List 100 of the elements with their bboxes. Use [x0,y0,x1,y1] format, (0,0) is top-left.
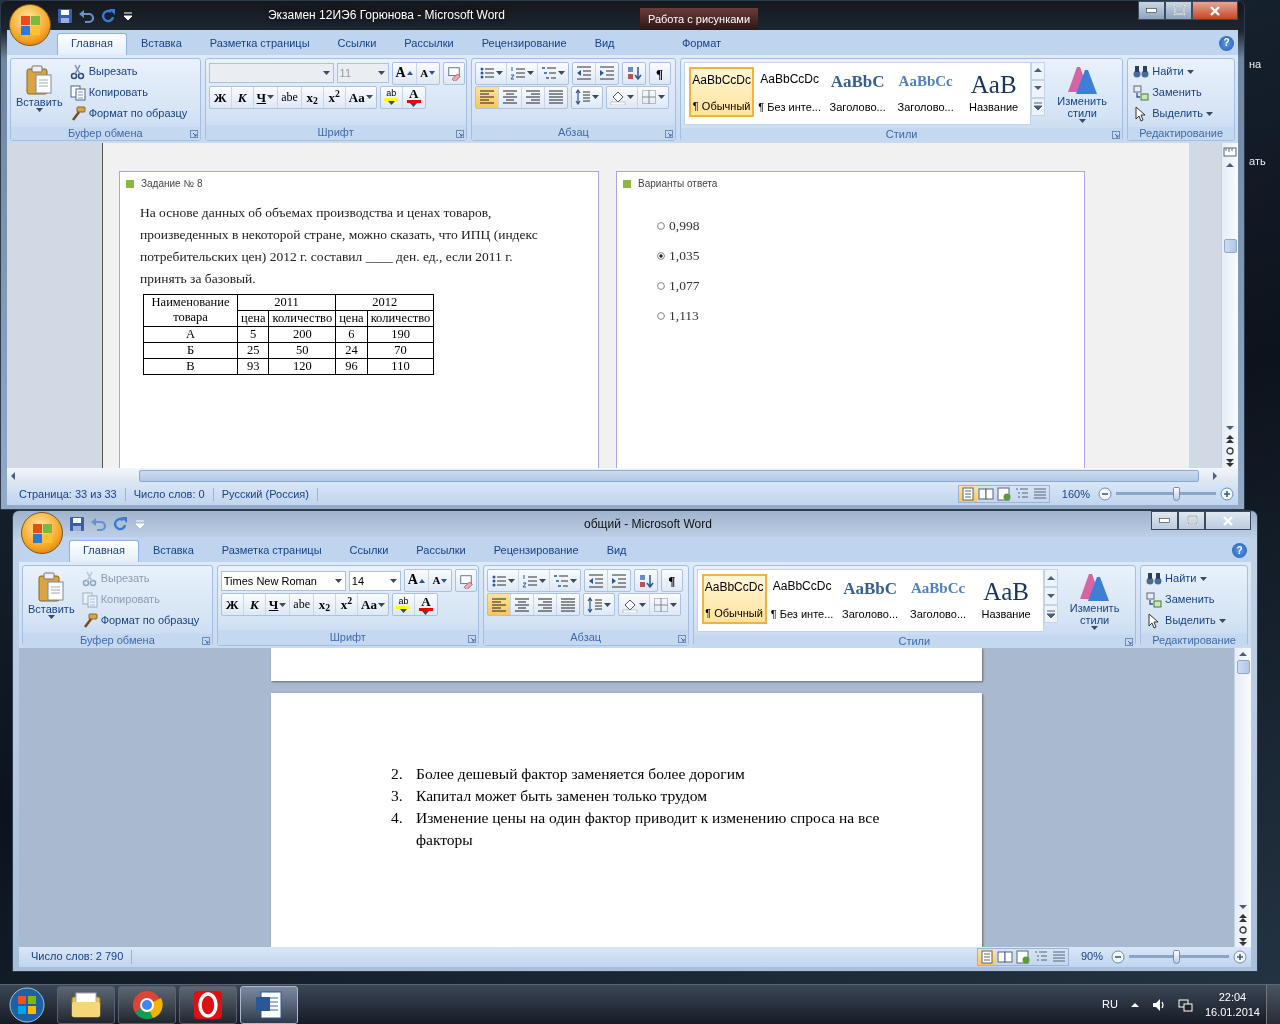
find-button[interactable]: Найти [1131,61,1231,82]
list-item-text: Изменение цены на один фактор приводит к изменению спроса на все факторы [416,808,881,850]
change-case-button[interactable]: Aa [358,594,388,615]
list-item-text: Капитал может быть заменен только трудом [416,786,707,806]
group-label: Шрифт [317,125,354,139]
table-cell: 2011 [237,294,336,311]
table-cell: 5 [237,326,269,343]
ribbon-tab[interactable]: Рецензирование [467,32,581,55]
table-cell: 120 [269,358,336,375]
panel-title: Варианты ответа [638,177,718,190]
group-label: Абзац [570,630,602,645]
subscript-button[interactable]: x$_{2}$ [301,86,324,108]
format-painter-button[interactable]: Формат по образцу [79,611,209,631]
ribbon-tab[interactable]: Формат [642,32,761,55]
language-indicator[interactable]: RU [1102,997,1118,1012]
table-cell: количество [367,310,434,327]
group-label: Стили [898,635,931,649]
table-cell: В [143,358,238,375]
group-label: Абзац [557,125,589,139]
ribbon-tab[interactable]: Вид [592,539,641,562]
italic-button[interactable]: К [231,86,254,108]
highlight-button[interactable]: ab [392,594,415,615]
window-title: общий - Microsoft Word [583,516,713,532]
superscript-button[interactable]: x$^{2}$ [323,86,346,108]
table-cell: 190 [367,326,434,343]
subscript-button[interactable]: x$_{2}$ [314,594,336,615]
shrink-font-button[interactable]: A [428,570,451,591]
cut-button[interactable]: Вырезать [67,61,197,82]
background-text: ать [1249,155,1266,169]
strikethrough-button[interactable]: abe [290,594,314,615]
style-item[interactable]: AaBbCcDc ¶ Обычный [701,574,767,624]
table-cell: 6 [335,326,368,343]
list-number: 3. [391,786,404,806]
list-number: 4. [391,808,404,828]
replace-button[interactable]: Заменить [1144,590,1244,610]
underline-button[interactable]: Ч [253,86,279,108]
status-text: Число слов: 0 [125,487,214,501]
group-label: Редактирование [1152,634,1236,648]
ribbon-tab[interactable]: Рассылки [402,539,480,562]
group-label: Буфер обмена [80,634,155,648]
paste-button[interactable]: Вставить [14,61,65,124]
table-cell: А [143,326,238,343]
help-button[interactable]: ? [1219,35,1234,51]
list-item-text: Более дешевый фактор заменяется более дорогим [416,764,745,784]
ribbon-tab[interactable]: Рецензирование [479,539,593,562]
answer-option: 1,077 [669,278,700,295]
ribbon-tab[interactable]: Главная [69,539,139,562]
table-cell: 50 [269,342,336,359]
show-marks-button[interactable]: ¶ [660,569,683,592]
table-cell: 93 [237,358,269,375]
context-tab-group: Работа с рисунками [640,8,758,31]
status-text: Русский (Россия) [213,487,318,501]
ribbon-tab[interactable]: Главная [57,32,127,55]
ribbon-tab[interactable]: Разметка страницы [207,539,336,562]
superscript-button[interactable]: x$^{2}$ [336,594,358,615]
change-styles-button[interactable]: Изменить стили [1052,61,1113,125]
font-color-button[interactable]: A [402,86,425,108]
change-case-button[interactable]: Aa [345,86,376,108]
table-cell: Наименование товара [143,294,238,327]
table-cell: 25 [237,342,269,359]
strikethrough-button[interactable]: abe [278,86,302,108]
ribbon-tab[interactable]: Вставка [138,539,208,562]
answer-option: 1,113 [669,308,699,325]
grow-font-button[interactable]: A [404,570,429,591]
help-button[interactable]: ? [1232,543,1247,558]
ribbon-tab[interactable]: Вставка [126,32,196,55]
answer-option: 0,998 [669,217,700,234]
underline-button[interactable]: Ч [265,594,291,615]
select-button[interactable]: Выделить [1131,103,1231,124]
list-number: 2. [391,764,404,784]
panel-title: Задание № 8 [141,177,203,190]
ribbon-tab[interactable]: Рассылки [390,32,468,55]
format-painter-button[interactable]: Формат по образцу [67,103,197,124]
clock-time: 22:04 [1218,989,1247,1005]
find-button[interactable]: Найти [1144,569,1244,589]
change-styles-button[interactable]: Изменить стили [1064,569,1125,633]
select-button[interactable]: Выделить [1144,611,1244,631]
ribbon-tab[interactable]: Вид [580,32,629,55]
status-text: Страница: 33 из 33 [11,487,126,501]
style-item[interactable]: AaBbCcDc ¶ Обычный [689,66,755,117]
zoom-level: 160% [1061,487,1090,501]
highlight-button[interactable]: ab [380,86,403,108]
table-cell: 96 [335,358,368,375]
answer-option: 1,035 [669,248,700,265]
paste-button[interactable]: Вставить [26,569,77,631]
italic-button[interactable]: К [243,594,266,615]
ribbon-tab[interactable]: Ссылки [323,32,391,55]
copy-button[interactable]: Копировать [67,82,197,103]
group-label: Стили [885,128,918,142]
table-cell: 110 [367,358,434,375]
bold-button[interactable]: Ж [221,594,244,615]
bold-button[interactable]: Ж [209,86,232,108]
show-marks-button[interactable]: ¶ [648,61,671,85]
question-text: На основе данных об объемах производства и ценах товаров, произведенных в некоторой стране, можно сказать, что ИПЦ (индекс потребительских цен) 2012 г. составил ____ ден. ед., если 2011 г. принять за базовый. [140,203,539,288]
grow-font-button[interactable]: A [392,62,417,84]
replace-button[interactable]: Заменить [1131,82,1231,103]
ribbon-tab[interactable]: Разметка страницы [195,32,324,55]
shrink-font-button[interactable]: A [416,62,439,84]
ribbon-tab[interactable]: Ссылки [335,539,403,562]
font-color-button[interactable]: A [414,594,437,615]
